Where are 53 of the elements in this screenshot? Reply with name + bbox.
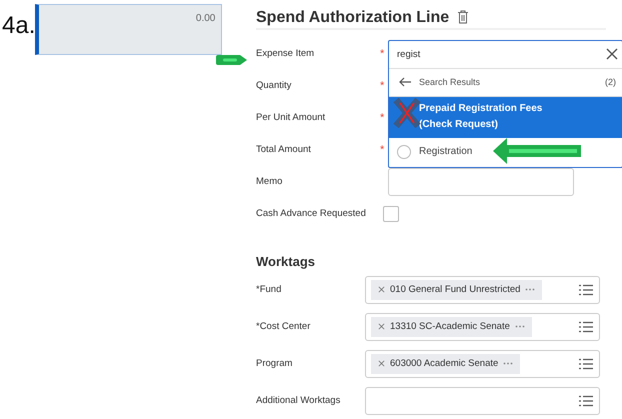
search-field[interactable]: regist [389, 40, 622, 69]
section-title: Worktags [256, 254, 316, 269]
worktag-value: 010 General Fund Unrestricted [390, 284, 520, 295]
arrow-icon [493, 138, 581, 164]
search-value: regist [397, 48, 420, 60]
required-mark: * [380, 48, 386, 60]
remove-icon[interactable] [378, 323, 385, 330]
trash-icon[interactable] [457, 10, 470, 24]
close-icon[interactable] [606, 48, 618, 60]
field-label: Cash Advance Requested [256, 208, 367, 220]
remove-icon[interactable] [378, 360, 385, 367]
results-count: (2) [605, 77, 616, 88]
radio-icon[interactable] [397, 145, 411, 160]
worktag-field[interactable]: 603000 Academic Senate [365, 350, 600, 378]
back-arrow-icon[interactable] [399, 77, 411, 88]
field-label: Per Unit Amount [256, 112, 326, 124]
list-icon[interactable] [579, 320, 593, 332]
field-label: Memo [256, 176, 284, 188]
worktag-field[interactable] [365, 386, 600, 414]
required-mark: * [380, 144, 386, 156]
required-mark: * [380, 112, 386, 124]
more-icon[interactable] [525, 288, 536, 291]
more-icon[interactable] [503, 362, 514, 365]
list-icon[interactable] [579, 394, 593, 406]
worktag-field[interactable]: 010 General Fund Unrestricted [365, 276, 600, 304]
field-label: Quantity [256, 80, 292, 92]
worktag-pill[interactable]: 603000 Academic Senate [371, 354, 520, 374]
result-option[interactable]: Prepaid Registration Fees (Check Request) [389, 96, 622, 138]
field-label: *Fund [256, 284, 282, 295]
worktag-value: 13310 SC-Academic Senate [390, 321, 510, 332]
worktag-pill[interactable]: 010 General Fund Unrestricted [371, 280, 542, 300]
section-title: Spend Authorization Line [256, 8, 450, 27]
arrow-icon [216, 54, 248, 66]
amount-value: 0.00 [196, 13, 216, 24]
field-label: Additional Worktags [256, 395, 342, 406]
list-icon[interactable] [579, 358, 593, 370]
required-mark: * [380, 80, 386, 92]
memo-field[interactable] [388, 168, 574, 196]
list-icon[interactable] [579, 284, 593, 296]
results-header: Search Results [419, 77, 482, 88]
result-option[interactable]: Registration [389, 138, 622, 167]
step-label: 4a. [2, 12, 36, 40]
worktag-pill[interactable]: 13310 SC-Academic Senate [371, 316, 532, 336]
checkbox[interactable] [383, 206, 399, 222]
remove-icon[interactable] [378, 286, 385, 293]
worktag-value: 603000 Academic Senate [390, 358, 498, 369]
field-label: Program [256, 358, 294, 369]
field-label: Total Amount [256, 144, 312, 156]
worktag-field[interactable]: 13310 SC-Academic Senate [365, 312, 600, 340]
field-label: Expense Item [256, 48, 316, 60]
cross-mark-icon [393, 98, 421, 128]
more-icon[interactable] [514, 325, 525, 328]
field-label: *Cost Center [256, 321, 312, 332]
